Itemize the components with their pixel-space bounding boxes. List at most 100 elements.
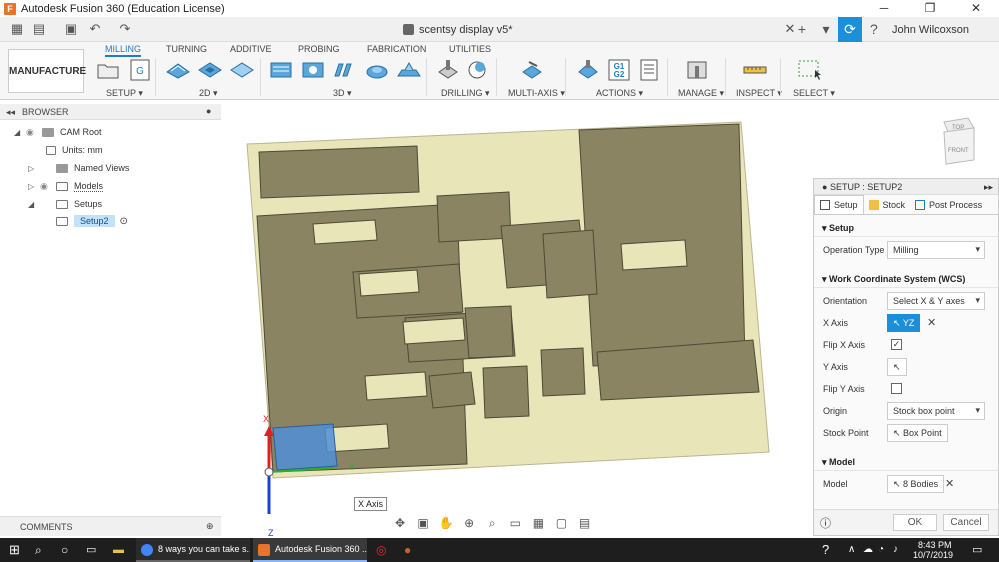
taskbar-chrome[interactable]: 8 ways you can take s...	[136, 538, 250, 562]
windows-start-icon[interactable]: ⊞	[9, 538, 20, 562]
expand-triangle-icon[interactable]: ◢	[28, 200, 36, 209]
tray-chevron-icon[interactable]: ∧	[848, 538, 855, 562]
model-body[interactable]	[258, 145, 420, 199]
app-icon-orange[interactable]: ●	[404, 538, 411, 562]
triad-origin[interactable]	[264, 467, 274, 477]
model-selection[interactable]: ↖ 8 Bodies	[887, 475, 945, 493]
viewports-icon[interactable]: ▢	[551, 516, 571, 530]
redo-icon[interactable]: ↷	[116, 21, 134, 37]
maximize-icon[interactable]: ❐	[907, 0, 953, 17]
post-process-icon[interactable]: G1 G2	[606, 58, 632, 82]
tab-stock[interactable]: Stock	[864, 195, 911, 214]
group-multi-axis[interactable]: MULTI-AXIS ▾	[508, 88, 565, 99]
y-axis-selection[interactable]: ↖	[887, 358, 907, 376]
group-manage[interactable]: MANAGE ▾	[678, 88, 724, 99]
file-icon[interactable]: ▤	[30, 21, 48, 37]
expand-triangle-icon[interactable]: ◢	[14, 128, 22, 137]
environment-icon[interactable]: ▤	[575, 516, 595, 530]
stock-point-selection[interactable]: ↖ Box Point	[887, 424, 948, 442]
clear-x-axis-icon[interactable]: ✕	[927, 316, 936, 329]
section-model[interactable]: ▾ Model	[814, 453, 998, 471]
flip-x-checkbox[interactable]: ✓	[891, 339, 902, 350]
simulate-icon[interactable]	[575, 58, 601, 82]
model-body[interactable]	[482, 365, 530, 419]
tab-probing[interactable]: PROBING	[298, 44, 340, 54]
operation-type-select[interactable]: Milling	[887, 241, 985, 259]
3d-pocket-icon[interactable]	[300, 58, 326, 82]
chevron-down-icon[interactable]: ▾	[814, 17, 838, 42]
look-at-icon[interactable]: ▣	[413, 516, 433, 530]
group-setup[interactable]: SETUP ▾	[106, 88, 143, 99]
tab-setup[interactable]: Setup	[814, 195, 864, 214]
visibility-eye-icon[interactable]: ◉	[26, 127, 38, 138]
tool-library-icon[interactable]	[684, 58, 710, 82]
expand-dialog-icon[interactable]: ▸▸	[984, 179, 993, 195]
select-window-icon[interactable]	[797, 58, 823, 82]
tab-post-process[interactable]: Post Process	[910, 195, 987, 214]
file-explorer-icon[interactable]: ▬	[113, 538, 124, 562]
volume-icon[interactable]: ♪	[893, 538, 898, 562]
save-icon[interactable]: ▣	[62, 21, 80, 37]
selected-face-highlight[interactable]	[272, 423, 338, 471]
setup-dialog-header[interactable]: ● SETUP : SETUP2 ▸▸	[814, 179, 998, 195]
tree-item-units[interactable]: Units: mm	[46, 142, 103, 158]
comments-bar[interactable]: COMMENTS ⊕	[0, 516, 221, 536]
tree-item-cam-root[interactable]: ◢ ◉ CAM Root	[14, 124, 102, 140]
drill-icon[interactable]	[435, 58, 461, 82]
info-icon[interactable]: ⓘ	[820, 515, 831, 531]
tab-milling[interactable]: MILLING	[105, 44, 142, 57]
app-icon-red[interactable]: ◎	[376, 538, 386, 562]
model-canvas[interactable]: X Y	[221, 104, 974, 524]
multi-axis-icon[interactable]	[519, 58, 545, 82]
collapse-browser-icon[interactable]: ◂◂	[6, 107, 15, 118]
add-comment-icon[interactable]: ⊕	[206, 521, 214, 532]
tree-item-models[interactable]: ▷ ◉ Models	[28, 178, 104, 194]
close-icon[interactable]: ✕	[953, 0, 999, 17]
setup-folder-icon[interactable]	[95, 58, 121, 82]
help-tray-icon[interactable]: ?	[822, 538, 829, 562]
orbit-icon[interactable]: ✥	[390, 516, 410, 530]
hole-recognition-icon[interactable]	[465, 58, 491, 82]
grid-icon[interactable]: ▦	[8, 21, 26, 37]
pan-icon[interactable]: ✋	[436, 516, 456, 530]
clock-date[interactable]: 10/7/2019	[913, 543, 953, 562]
network-icon[interactable]: ◔	[878, 538, 884, 562]
document-tab[interactable]: scentsy display v5*	[403, 17, 513, 42]
expand-triangle-icon[interactable]: ▷	[28, 182, 36, 191]
group-actions[interactable]: ACTIONS ▾	[596, 88, 643, 99]
user-name[interactable]: John Wilcoxson	[892, 24, 969, 36]
model-body[interactable]	[542, 229, 598, 299]
taskbar-fusion[interactable]: Autodesk Fusion 360 ...	[253, 538, 367, 562]
3d-scallop-icon[interactable]	[364, 58, 390, 82]
display-settings-icon[interactable]: ▭	[505, 516, 525, 530]
canvas-viewport[interactable]: X Y TOP FRONT	[221, 104, 974, 524]
tab-turning[interactable]: TURNING	[166, 44, 207, 54]
tab-fabrication[interactable]: FABRICATION	[367, 44, 426, 54]
model-body[interactable]	[464, 305, 514, 359]
tab-additive[interactable]: ADDITIVE	[230, 44, 272, 54]
3d-parallel-icon[interactable]	[332, 58, 358, 82]
2d-adaptive-icon[interactable]	[165, 58, 191, 82]
viewcube-widget[interactable]: TOP FRONT	[938, 114, 978, 170]
model-body[interactable]	[540, 347, 586, 397]
setup-sheet-doc-icon[interactable]	[636, 58, 662, 82]
group-drilling[interactable]: DRILLING ▾	[441, 88, 490, 99]
origin-select[interactable]: Stock box point	[887, 402, 985, 420]
flip-y-checkbox[interactable]	[891, 383, 902, 394]
tree-item-setups[interactable]: ◢ Setups	[28, 196, 102, 212]
grid-settings-icon[interactable]: ▦	[528, 516, 548, 530]
job-status-icon[interactable]: ⟳	[837, 17, 862, 42]
tree-item-named-views[interactable]: ▷ Named Views	[28, 160, 129, 176]
notifications-icon[interactable]: ▭	[972, 538, 982, 562]
tab-utilities[interactable]: UTILITIES	[449, 44, 491, 54]
group-2d[interactable]: 2D ▾	[199, 88, 218, 99]
cortana-icon[interactable]: ○	[61, 538, 68, 562]
cloud-icon[interactable]: ☁	[863, 538, 873, 562]
x-axis-selection[interactable]: ↖ YZ	[887, 314, 921, 332]
search-icon[interactable]: ⌕	[35, 538, 42, 562]
section-wcs[interactable]: ▾ Work Coordinate System (WCS)	[814, 270, 998, 288]
undo-icon[interactable]: ↶	[86, 21, 104, 37]
task-view-icon[interactable]: ▭	[86, 538, 96, 562]
2d-pocket-icon[interactable]	[197, 58, 223, 82]
ok-button[interactable]: OK	[893, 514, 937, 531]
